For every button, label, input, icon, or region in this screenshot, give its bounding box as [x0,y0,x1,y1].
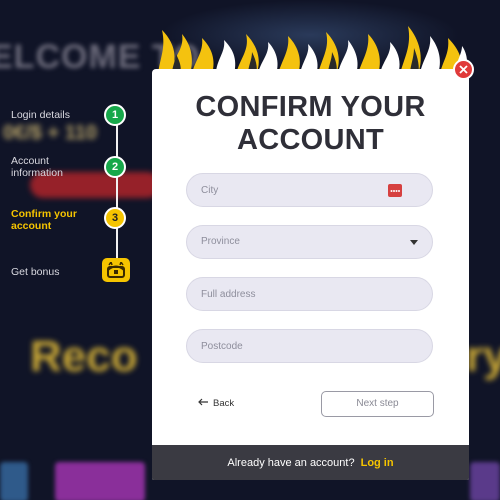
dots-icon[interactable] [388,184,402,197]
confirm-account-modal: CONFIRM YOUR ACCOUNT Province Back Next … [152,69,469,480]
modal-title: CONFIRM YOUR ACCOUNT [152,91,469,157]
treasure-chest-icon [102,258,130,282]
step-2-circle: 2 [104,156,126,178]
step-3-circle: 3 [104,207,126,229]
address-field[interactable] [186,277,433,311]
step-label-confirm-account: Confirm your account [11,208,77,232]
city-field[interactable] [186,173,433,207]
address-input[interactable] [201,278,381,310]
modal-footer: Already have an account? Log in [152,445,469,480]
game-tile [55,462,145,500]
caret-down-icon[interactable] [410,240,418,245]
city-input[interactable] [201,174,381,206]
next-step-button[interactable]: Next step [321,391,434,417]
step-1-circle: 1 [104,104,126,126]
registration-stepper: Login details 1 Account information 2 Co… [0,90,160,300]
postcode-field[interactable] [186,329,433,363]
close-button[interactable] [453,59,474,80]
back-button[interactable]: Back [198,398,234,409]
province-select[interactable]: Province [186,225,433,259]
login-link[interactable]: Log in [361,457,394,469]
game-tile [0,462,28,500]
step-label-account-information: Account information [11,155,63,179]
stepper-line [116,116,118,281]
modal-title-line1: CONFIRM YOUR [195,91,426,123]
background-record-tail: ry [466,332,500,381]
close-icon [459,61,468,79]
step-label-login-details: Login details [11,109,70,121]
background-record-text: Reco [30,332,138,381]
game-tile [470,462,500,500]
postcode-input[interactable] [201,330,381,362]
footer-text: Already have an account? [227,456,355,469]
back-label: Back [213,398,235,409]
flames-decoration [158,26,468,74]
province-placeholder: Province [201,236,240,247]
modal-title-line2: ACCOUNT [236,124,385,156]
step-label-get-bonus: Get bonus [11,266,60,278]
arrow-left-icon [198,398,208,409]
